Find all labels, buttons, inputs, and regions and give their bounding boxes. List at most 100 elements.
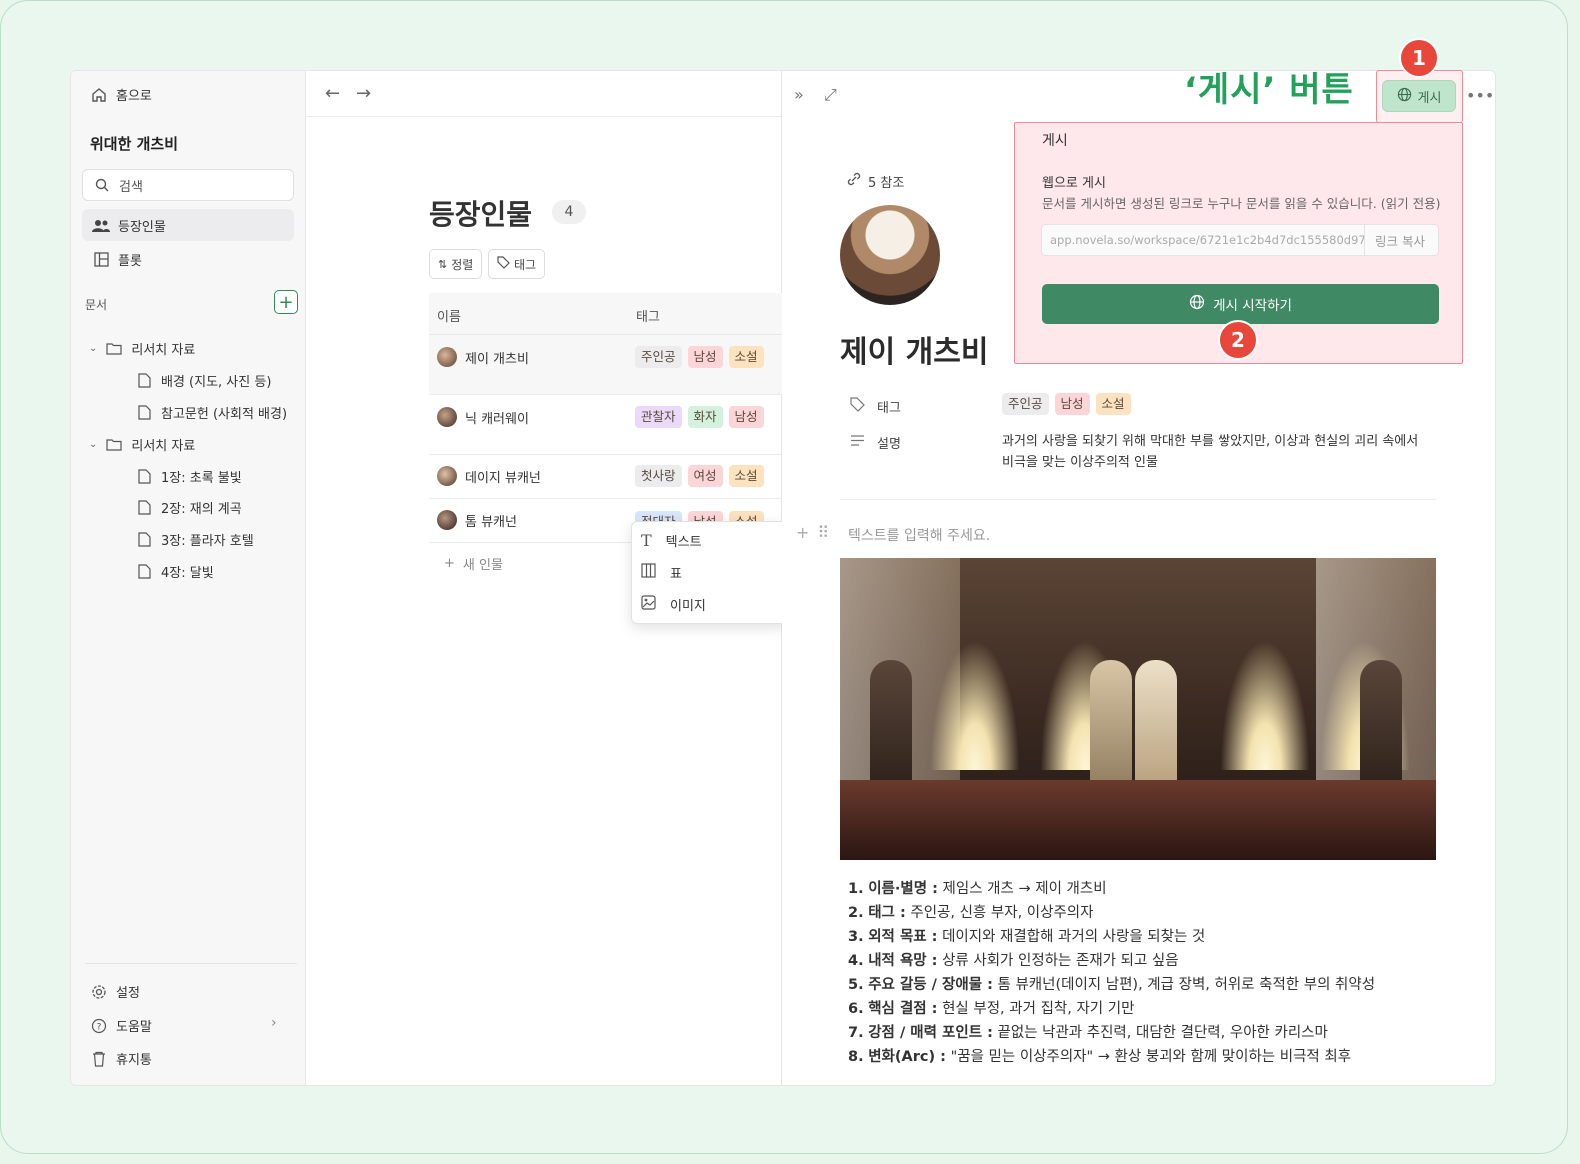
publish-url: app.novela.so/workspace/6721e1c2b4d7dc15… xyxy=(1050,233,1364,247)
tag-chip: 소설 xyxy=(728,346,764,368)
expand-icon[interactable]: ⤢ xyxy=(824,85,837,105)
more-options-icon[interactable]: ••• xyxy=(1466,86,1494,105)
publish-link-field[interactable]: app.novela.so/workspace/6721e1c2b4d7dc15… xyxy=(1041,224,1439,256)
tree-doc[interactable]: 2장: 재의 계곡 xyxy=(135,498,242,517)
table-row[interactable]: 제이 개츠비 주인공 남성 소설 xyxy=(429,335,782,395)
row-name: 닉 캐러웨이 xyxy=(465,411,529,427)
svg-text:?: ? xyxy=(97,1022,102,1032)
menu-item-text[interactable]: T 텍스트 xyxy=(641,531,702,550)
tree-doc[interactable]: 3장: 플라자 호텔 xyxy=(135,530,254,549)
property-label: 태그 xyxy=(877,401,901,416)
tree-label: 리서치 자료 xyxy=(131,343,196,358)
list-value: 주인공, 신흥 부자, 이상주의자 xyxy=(905,905,1094,921)
table-row[interactable]: 데이지 뷰캐넌 첫사랑 여성 소설 xyxy=(429,455,782,499)
globe-icon xyxy=(1189,294,1205,314)
help-label: 도움말 xyxy=(116,1020,152,1035)
sort-icon: ⇅ xyxy=(438,257,448,271)
home-link[interactable]: 홈으로 xyxy=(90,85,152,104)
table-icon xyxy=(641,563,656,582)
table-row[interactable]: 닉 캐러웨이 관찰자 화자 남성 xyxy=(429,395,782,455)
menu-item-image[interactable]: 이미지 xyxy=(641,595,706,614)
sort-button[interactable]: ⇅ 정렬 xyxy=(429,249,483,279)
text-placeholder[interactable]: 텍스트를 입력해 주세요. xyxy=(848,525,990,545)
start-publish-button[interactable]: 게시 시작하기 xyxy=(1042,284,1439,324)
sidebar-item-plot[interactable]: 플롯 xyxy=(92,250,142,269)
globe-icon xyxy=(1397,87,1412,106)
search-input[interactable]: 검색 xyxy=(82,169,294,201)
list-key: 강점 / 매력 포인트 : xyxy=(868,1025,993,1041)
tree-doc[interactable]: 1장: 초록 불빛 xyxy=(135,467,242,486)
avatar xyxy=(437,510,457,530)
list-key: 변화(Arc) : xyxy=(868,1049,946,1065)
publish-panel-title: 게시 xyxy=(1042,133,1068,149)
character-tags[interactable]: 주인공 남성 소설 xyxy=(1002,393,1137,415)
document-icon xyxy=(135,531,153,549)
search-icon xyxy=(93,176,111,194)
list-item: 7. 강점 / 매력 포인트 : 끝없는 낙관과 추진력, 대담한 결단력, 우… xyxy=(848,1021,1375,1045)
add-document-button[interactable]: + xyxy=(274,290,298,314)
collapse-panel-icon[interactable]: » xyxy=(794,85,804,104)
hero-image xyxy=(840,558,1436,860)
trash-icon xyxy=(90,1050,108,1068)
references-link[interactable]: 5 참조 xyxy=(846,171,904,191)
sidebar-item-label: 등장인물 xyxy=(118,220,166,235)
row-name: 제이 개츠비 xyxy=(465,351,529,367)
docs-section-label: 문서 xyxy=(85,298,108,312)
list-number: 2. xyxy=(848,905,864,921)
menu-item-label: 텍스트 xyxy=(665,535,702,550)
character-profile-list: 1. 이름·별명 : 제임스 개츠 → 제이 개츠비 2. 태그 : 주인공, … xyxy=(848,877,1375,1069)
image-stage xyxy=(840,780,1436,860)
tree-folder[interactable]: ⌄ 리서치 자료 xyxy=(89,435,195,454)
tag-chip: 남성 xyxy=(1054,393,1090,415)
sidebar-item-characters[interactable]: 등장인물 xyxy=(92,216,166,235)
text-lines-icon xyxy=(850,434,865,451)
menu-item-table[interactable]: 표 xyxy=(641,563,682,582)
document-icon xyxy=(135,404,153,422)
tag-filter-button[interactable]: 태그 xyxy=(488,249,546,279)
tree-label: 2장: 재의 계곡 xyxy=(161,502,242,517)
list-number: 7. xyxy=(848,1025,864,1041)
tag-chip: 소설 xyxy=(1095,393,1131,415)
list-value: 현실 부정, 과거 집착, 자기 기만 xyxy=(937,1001,1135,1017)
chevron-down-icon: ⌄ xyxy=(89,439,98,450)
plus-icon[interactable]: + xyxy=(796,523,809,542)
back-arrow-icon[interactable]: ← xyxy=(325,83,340,104)
trash-link[interactable]: 휴지통 xyxy=(90,1049,152,1068)
avatar xyxy=(437,407,457,427)
copy-link-button[interactable]: 링크 복사 xyxy=(1364,225,1425,255)
publish-button[interactable]: 게시 xyxy=(1382,80,1456,112)
drag-handle-icon[interactable]: ⠿ xyxy=(817,523,829,542)
tree-doc[interactable]: 4장: 달빛 xyxy=(135,562,214,581)
image-figure xyxy=(1090,660,1132,800)
workspace-title: 위대한 개츠비 xyxy=(90,135,179,153)
tag-chip: 남성 xyxy=(687,346,723,368)
forward-arrow-icon[interactable]: → xyxy=(356,83,371,104)
list-value: 끝없는 낙관과 추진력, 대담한 결단력, 우아한 카리스마 xyxy=(992,1025,1328,1041)
layout-icon xyxy=(92,251,110,269)
tag-icon xyxy=(850,397,865,416)
folder-icon xyxy=(105,436,123,454)
settings-link[interactable]: 설정 xyxy=(90,982,140,1001)
tree-label: 배경 (지도, 사진 등) xyxy=(161,375,272,390)
chevron-down-icon: ⌄ xyxy=(89,343,98,354)
tree-folder[interactable]: ⌄ 리서치 자료 xyxy=(89,339,195,358)
description-text[interactable]: 과거의 사랑을 되찾기 위해 막대한 부를 쌓았지만, 이상과 현실의 괴리 속… xyxy=(1002,431,1422,473)
col-tag: 태그 xyxy=(636,310,660,325)
list-number: 6. xyxy=(848,1001,864,1017)
tree-doc[interactable]: 참고문헌 (사회적 배경) xyxy=(135,403,287,422)
tag-chip: 주인공 xyxy=(635,346,682,368)
tag-chip: 여성 xyxy=(687,465,723,487)
references-label: 5 참조 xyxy=(868,175,905,191)
col-name: 이름 xyxy=(437,310,461,325)
home-icon xyxy=(90,86,108,104)
block-handle[interactable]: + ⠿ xyxy=(796,523,829,542)
help-link[interactable]: ? 도움말 xyxy=(90,1016,152,1035)
tree-doc[interactable]: 배경 (지도, 사진 등) xyxy=(135,371,271,390)
add-character-button[interactable]: + 새 인물 xyxy=(444,554,503,573)
tag-chip: 화자 xyxy=(687,406,723,428)
folder-icon xyxy=(105,340,123,358)
sidebar-item-label: 플롯 xyxy=(118,254,142,269)
new-row-label: 새 인물 xyxy=(462,558,503,573)
list-item: 6. 핵심 결점 : 현실 부정, 과거 집착, 자기 기만 xyxy=(848,997,1375,1021)
settings-label: 설정 xyxy=(116,986,140,1001)
